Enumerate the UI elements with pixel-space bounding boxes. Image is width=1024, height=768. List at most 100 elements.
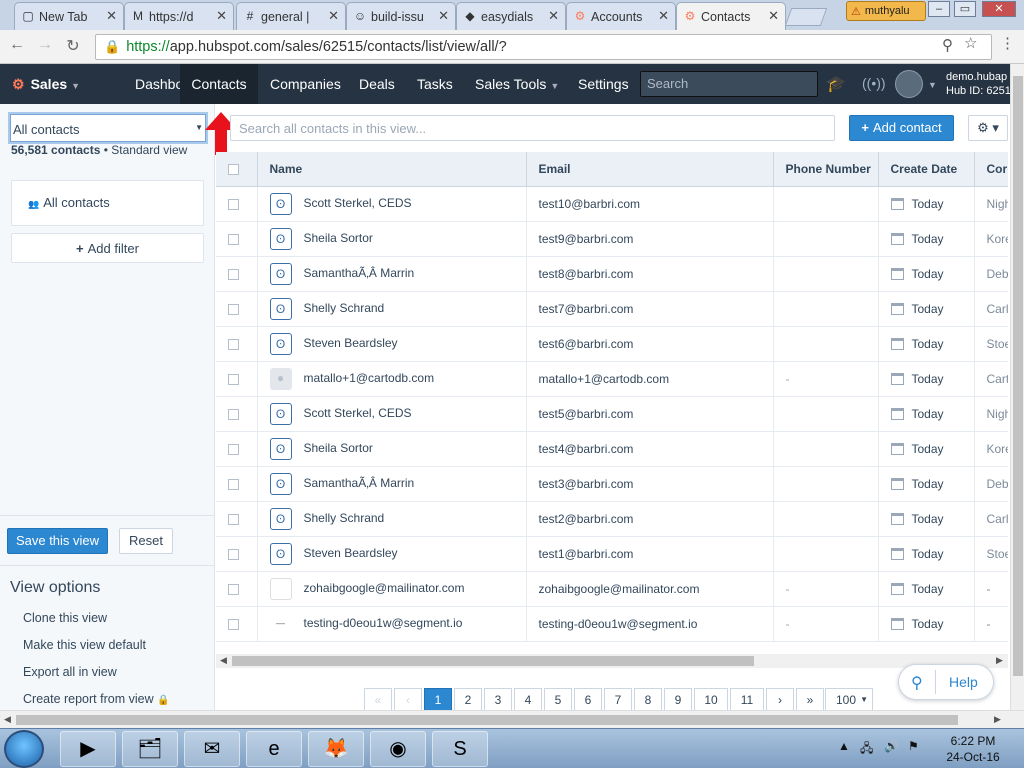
tray-expand-icon[interactable]: ▲ bbox=[838, 739, 850, 753]
table-row[interactable]: ● matallo+1@cartodb.com matallo+1@cartodb.… bbox=[216, 361, 1008, 397]
name-cell[interactable]: ʘ Shelly Schrand bbox=[257, 291, 527, 327]
row-checkbox[interactable] bbox=[228, 338, 239, 350]
row-checkbox[interactable] bbox=[228, 548, 239, 560]
contact-name-link[interactable]: Scott Sterkel, CEDS bbox=[304, 406, 412, 420]
close-tab-icon[interactable]: ✕ bbox=[658, 8, 669, 24]
zoom-icon[interactable]: ⚲ bbox=[942, 36, 953, 54]
nav-settings[interactable]: Settings bbox=[578, 64, 629, 104]
name-cell[interactable]: ʘ SamanthaÃ‚Â Marrin bbox=[257, 256, 527, 292]
internet-explorer-icon[interactable]: e bbox=[246, 731, 302, 767]
system-clock[interactable]: 6:22 PM 24-Oct-16 bbox=[938, 733, 1008, 765]
firefox-icon[interactable]: 🦊 bbox=[308, 731, 364, 767]
name-cell[interactable]: ʘ Scott Sterkel, CEDS bbox=[257, 396, 527, 432]
network-tray-icon[interactable]: 🖧 bbox=[860, 739, 873, 760]
scrollbar-thumb[interactable] bbox=[1013, 76, 1023, 676]
row-checkbox[interactable] bbox=[228, 233, 239, 245]
page-button-8[interactable]: 8 bbox=[634, 688, 662, 712]
chrome-menu-icon[interactable]: ⋮ bbox=[1000, 34, 1015, 52]
volume-tray-icon[interactable]: 🔊 bbox=[884, 739, 899, 753]
name-cell[interactable]: zohaibgoogle@mailinator.com bbox=[257, 571, 527, 607]
browser-tab[interactable]: Mhttps://d ✕ bbox=[124, 2, 234, 30]
name-cell[interactable]: — testing-d0eou1w@segment.io bbox=[257, 606, 527, 642]
name-cell[interactable]: ʘ Steven Beardsley bbox=[257, 536, 527, 572]
table-horizontal-scrollbar[interactable]: ◀ ▶ bbox=[216, 654, 1008, 668]
close-tab-icon[interactable]: ✕ bbox=[106, 8, 117, 24]
close-tab-icon[interactable]: ✕ bbox=[548, 8, 559, 24]
page-button-2[interactable]: 2 bbox=[454, 688, 482, 712]
table-row[interactable]: ʘ SamanthaÃ‚Â Marrin test3@barbri.com Today… bbox=[216, 466, 1008, 502]
name-cell[interactable]: ʘ SamanthaÃ‚Â Marrin bbox=[257, 466, 527, 502]
table-row[interactable]: ʘ Steven Beardsley test1@barbri.com Today St… bbox=[216, 536, 1008, 572]
profile-button[interactable]: ⚠ muthyalu bbox=[846, 1, 926, 21]
file-explorer-icon[interactable]: 🗂 bbox=[122, 731, 178, 767]
last-page-button[interactable]: » bbox=[796, 688, 824, 712]
reload-button[interactable]: ↻ bbox=[62, 36, 84, 56]
academy-cap-icon[interactable]: 🎓 bbox=[826, 74, 846, 94]
start-button[interactable] bbox=[4, 730, 44, 768]
contact-name-link[interactable]: Steven Beardsley bbox=[304, 546, 398, 560]
contacts-search-input[interactable]: Search all contacts in this view... bbox=[230, 115, 835, 141]
minimize-button[interactable]: – bbox=[928, 1, 950, 17]
select-all-checkbox[interactable] bbox=[228, 164, 239, 176]
next-page-button[interactable]: › bbox=[766, 688, 794, 712]
name-cell[interactable]: ʘ Sheila Sortor bbox=[257, 431, 527, 467]
contact-name-link[interactable]: Steven Beardsley bbox=[304, 336, 398, 350]
close-window-button[interactable]: ✕ bbox=[982, 1, 1016, 17]
scrollbar-thumb[interactable] bbox=[16, 715, 958, 725]
page-button-11[interactable]: 11 bbox=[730, 688, 764, 712]
broadcast-icon[interactable]: ((•)) bbox=[862, 75, 886, 91]
nav-deals[interactable]: Deals bbox=[359, 64, 395, 104]
clone-view-link[interactable]: Clone this view bbox=[23, 611, 107, 625]
row-checkbox[interactable] bbox=[228, 198, 239, 210]
table-row[interactable]: ʘ SamanthaÃ‚Â Marrin test8@barbri.com Today… bbox=[216, 256, 1008, 292]
browser-tab[interactable]: # general | ✕ bbox=[236, 2, 346, 30]
add-filter-button[interactable]: + Add filter bbox=[11, 233, 204, 263]
browser-tab[interactable]: ⚙ Contacts ✕ bbox=[676, 2, 786, 31]
table-row[interactable]: zohaibgoogle@mailinator.com zohaibgoogle@… bbox=[216, 571, 1008, 607]
help-widget[interactable]: ⚲ Help bbox=[898, 664, 994, 700]
contact-name-link[interactable]: Scott Sterkel, CEDS bbox=[304, 196, 412, 210]
view-select-dropdown[interactable]: All contacts ▼ bbox=[8, 112, 208, 144]
table-settings-button[interactable]: ⚙ ▾ bbox=[968, 115, 1008, 141]
page-button-5[interactable]: 5 bbox=[544, 688, 572, 712]
scroll-left-icon[interactable]: ◀ bbox=[220, 655, 227, 666]
prev-page-button[interactable]: ‹ bbox=[394, 688, 422, 712]
media-player-icon[interactable]: ▶ bbox=[60, 731, 116, 767]
contact-name-link[interactable]: SamanthaÃ‚Â Marrin bbox=[304, 476, 415, 490]
page-button-3[interactable]: 3 bbox=[484, 688, 512, 712]
add-contact-button[interactable]: + Add contact bbox=[849, 115, 954, 141]
column-header-create-date[interactable]: Create Date bbox=[878, 152, 975, 187]
scrollbar-thumb[interactable] bbox=[232, 656, 754, 666]
contact-name-link[interactable]: testing-d0eou1w@segment.io bbox=[304, 616, 463, 630]
close-tab-icon[interactable]: ✕ bbox=[768, 8, 779, 24]
name-cell[interactable]: ʘ Scott Sterkel, CEDS bbox=[257, 186, 527, 222]
table-row[interactable]: ʘ Steven Beardsley test6@barbri.com Today St… bbox=[216, 326, 1008, 362]
contact-name-link[interactable]: Sheila Sortor bbox=[304, 231, 373, 245]
nav-sales-tools[interactable]: Sales Tools ▼ bbox=[475, 64, 559, 104]
column-header-email[interactable]: Email bbox=[526, 152, 774, 187]
close-tab-icon[interactable]: ✕ bbox=[438, 8, 449, 24]
list-card-all-contacts[interactable]: 👥 All contacts bbox=[11, 180, 204, 226]
action-center-tray-icon[interactable]: ⚑ bbox=[908, 739, 919, 753]
scroll-right-icon[interactable]: ▶ bbox=[994, 714, 1001, 725]
name-cell[interactable]: ʘ Shelly Schrand bbox=[257, 501, 527, 537]
contact-name-link[interactable]: Sheila Sortor bbox=[304, 441, 373, 455]
browser-tab[interactable]: ⚙ Accounts ✕ bbox=[566, 2, 676, 30]
name-cell[interactable]: ● matallo+1@cartodb.com bbox=[257, 361, 527, 397]
contact-name-link[interactable]: zohaibgoogle@mailinator.com bbox=[304, 581, 465, 595]
export-view-link[interactable]: Export all in view bbox=[23, 665, 117, 679]
row-checkbox[interactable] bbox=[228, 443, 239, 455]
scroll-left-icon[interactable]: ◀ bbox=[4, 714, 11, 725]
page-button-4[interactable]: 4 bbox=[514, 688, 542, 712]
skype-icon[interactable]: S bbox=[432, 731, 488, 767]
hubspot-search-input[interactable]: Search bbox=[640, 71, 818, 97]
table-row[interactable]: ʘ Sheila Sortor test4@barbri.com Today Kore bbox=[216, 431, 1008, 467]
page-button-1[interactable]: 1 bbox=[424, 688, 452, 712]
row-checkbox[interactable] bbox=[228, 618, 239, 630]
page-button-9[interactable]: 9 bbox=[664, 688, 692, 712]
table-row[interactable]: ʘ Shelly Schrand test2@barbri.com Today Carl bbox=[216, 501, 1008, 537]
page-vertical-scrollbar[interactable] bbox=[1010, 64, 1024, 710]
thunderbird-icon[interactable]: ✉ bbox=[184, 731, 240, 767]
browser-tab[interactable]: ▢ New Tab ✕ bbox=[14, 2, 124, 30]
contact-name-link[interactable]: Shelly Schrand bbox=[304, 301, 385, 315]
